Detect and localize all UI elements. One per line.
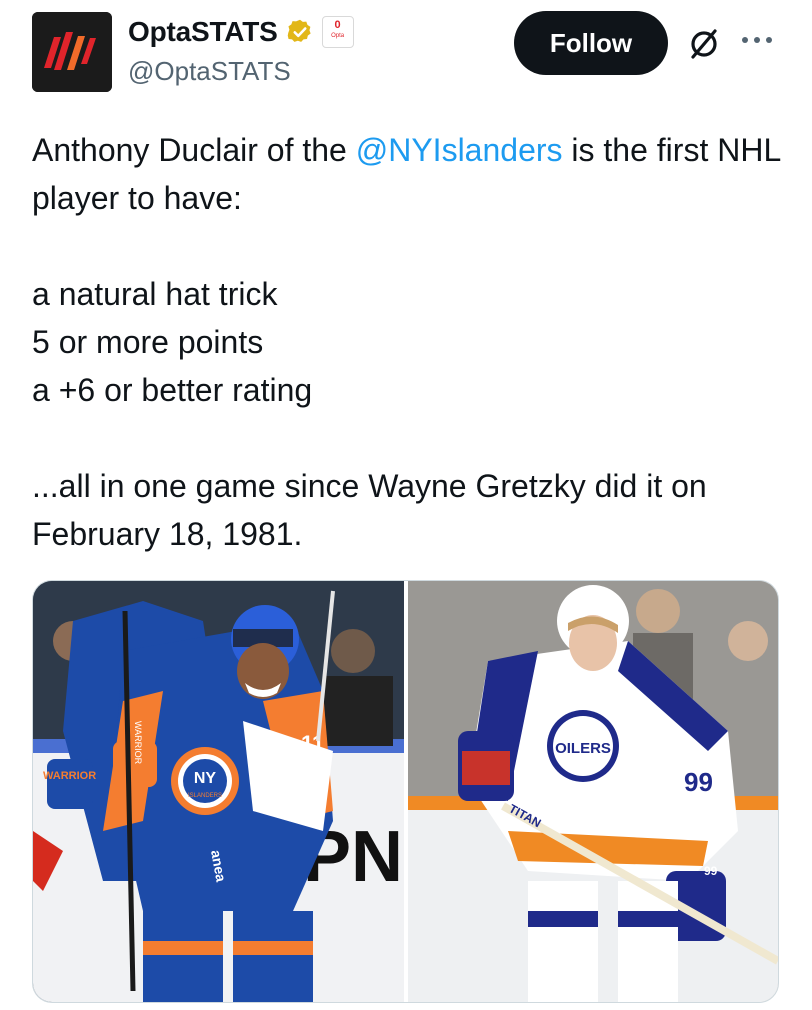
oilers-crest-text: OILERS (555, 740, 611, 757)
opta-logo-icon (32, 12, 112, 92)
gretzky-photo[interactable]: OILERS 99 99 TITAN (408, 581, 778, 1002)
stick-text-left: WARRIOR (133, 721, 143, 765)
follow-button[interactable]: Follow (514, 11, 668, 75)
mention-link[interactable]: @NYIslanders (356, 132, 563, 168)
islanders-crest-text: NY (194, 770, 217, 787)
tweet-header: OptaSTATS 0 Opta @OptaSTATS Follow (0, 0, 812, 110)
grok-icon[interactable] (686, 26, 722, 62)
list-item: a natural hat trick (32, 276, 278, 312)
tweet-closing: ...all in one game since Wayne Gretzky d… (32, 468, 707, 552)
display-name[interactable]: OptaSTATS (128, 16, 278, 48)
more-options-icon[interactable] (740, 30, 774, 50)
glove-text: WARRIOR (43, 770, 96, 782)
affiliation-number: 0 (334, 19, 341, 31)
list-item: 5 or more points (32, 324, 264, 360)
tweet-intro: Anthony Duclair of the @NYIslanders is t… (32, 132, 781, 216)
avatar[interactable] (32, 12, 112, 92)
jersey-number-right: 99 (684, 767, 713, 797)
tweet-text: Anthony Duclair of the @NYIslanders is t… (32, 126, 792, 558)
glove-number: 99 (704, 864, 718, 878)
affiliation-label: Opta (331, 33, 345, 39)
verified-badge-icon[interactable] (286, 18, 314, 46)
list-item: a +6 or better rating (32, 372, 313, 408)
duclair-photo[interactable]: PN NY ISLANDERS 11 anea WARRIOR WARRIOR (33, 581, 404, 1002)
affiliation-badge[interactable]: 0 Opta (321, 16, 354, 48)
media-grid: PN NY ISLANDERS 11 anea WARRIOR WARRIOR … (32, 580, 779, 1003)
jersey-number-left: 11 (301, 731, 324, 756)
author-handle[interactable]: @OptaSTATS (128, 56, 354, 87)
author-names: OptaSTATS 0 Opta @OptaSTATS (128, 14, 354, 87)
islanders-crest-subtext: ISLANDERS (188, 793, 222, 799)
